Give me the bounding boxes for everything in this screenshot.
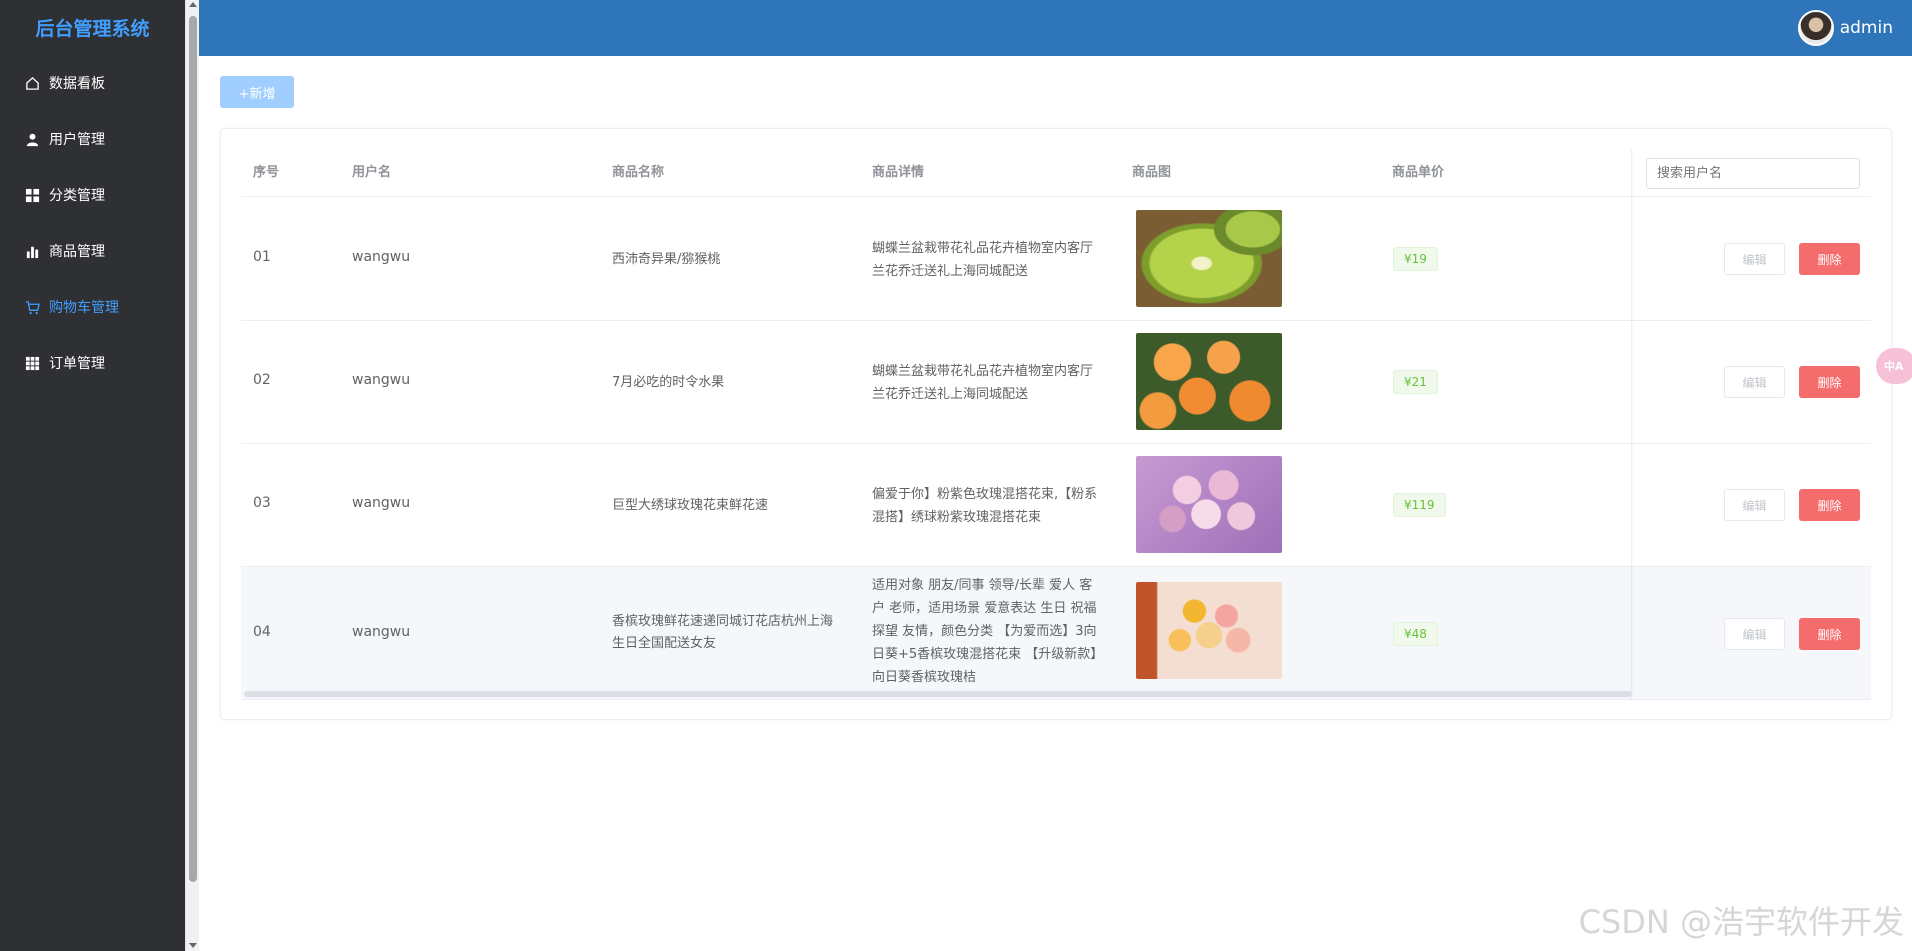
column-header-product-detail: 商品详情 [872, 165, 925, 180]
table-row: 01 wangwu 西沛奇异果/猕猴桃 蝴蝶兰盆栽带花礼品花卉植物室内客厅兰花乔… [241, 198, 1871, 321]
sidebar-item-products[interactable]: 商品管理 [0, 223, 185, 279]
row-product-name: 西沛奇异果/猕猴桃 [612, 252, 721, 267]
delete-button[interactable]: 删除 [1799, 243, 1860, 275]
row-product-name: 巨型大绣球玫瑰花束鲜花速 [612, 498, 769, 513]
username: admin [1839, 18, 1893, 38]
table-horizontal-scrollbar[interactable] [244, 691, 1632, 697]
add-button[interactable]: +新增 [220, 76, 294, 108]
user-menu[interactable]: admin [1797, 10, 1893, 46]
sidebar-item-label: 购物车管理 [49, 300, 119, 316]
column-header-username: 用户名 [352, 165, 392, 180]
delete-button[interactable]: 删除 [1799, 618, 1860, 650]
sidebar: 后台管理系统 数据看板 用户管理 分类管理 商品管理 购物车管理 订单管理 [0, 0, 185, 951]
edit-button[interactable]: 编辑 [1724, 489, 1785, 521]
row-index: 04 [253, 624, 271, 640]
scrollbar-thumb[interactable] [189, 16, 197, 882]
watermark: CSDN @浩宇软件开发 [1578, 903, 1904, 941]
price-tag: ¥21 [1393, 370, 1438, 394]
sidebar-item-dashboard[interactable]: 数据看板 [0, 55, 185, 111]
sidebar-item-label: 商品管理 [49, 244, 105, 260]
table-header: 序号 用户名 商品名称 商品详情 商品图 商品单价 [241, 149, 1871, 197]
price-tag: ¥119 [1393, 493, 1446, 517]
sidebar-item-cart[interactable]: 购物车管理 [0, 279, 185, 335]
avatar[interactable] [1797, 10, 1834, 46]
top-header: admin [199, 0, 1912, 56]
row-product-name: 香槟玫瑰鲜花速递同城订花店杭州上海生日全国配送女友 [612, 614, 834, 651]
edit-button[interactable]: 编辑 [1724, 366, 1785, 398]
column-header-price: 商品单价 [1392, 165, 1445, 180]
row-product-detail: 蝴蝶兰盆栽带花礼品花卉植物室内客厅兰花乔迁送礼上海同城配送 [872, 241, 1094, 279]
row-product-name: 7月必吃的时令水果 [612, 375, 725, 390]
apps-icon [24, 355, 40, 371]
table-row: 04 wangwu 香槟玫瑰鲜花速递同城订花店杭州上海生日全国配送女友 适用对象… [241, 567, 1871, 700]
cart-icon [24, 299, 40, 315]
edit-button[interactable]: 编辑 [1724, 618, 1785, 650]
bar-chart-icon [24, 243, 40, 259]
user-icon [24, 131, 40, 147]
product-image [1136, 456, 1282, 553]
sidebar-item-label: 订单管理 [49, 356, 105, 372]
scroll-down-arrow-icon[interactable] [189, 943, 197, 948]
column-header-product-name: 商品名称 [612, 165, 665, 180]
scroll-up-arrow-icon[interactable] [189, 2, 197, 7]
row-index: 02 [253, 372, 271, 388]
column-header-product-image: 商品图 [1132, 165, 1172, 180]
sidebar-item-label: 分类管理 [49, 188, 105, 204]
app-title: 后台管理系统 [35, 18, 150, 40]
row-product-detail: 偏爱于你】粉紫色玫瑰混搭花束,【粉系混搭】绣球粉紫玫瑰混搭花束 [872, 487, 1098, 525]
row-product-detail: 蝴蝶兰盆栽带花礼品花卉植物室内客厅兰花乔迁送礼上海同城配送 [872, 364, 1094, 402]
sidebar-item-categories[interactable]: 分类管理 [0, 167, 185, 223]
column-header-index: 序号 [253, 165, 280, 180]
row-index: 01 [253, 249, 271, 265]
price-tag: ¥19 [1393, 247, 1438, 271]
price-tag: ¥48 [1393, 622, 1438, 646]
row-index: 03 [253, 495, 271, 511]
table-row: 03 wangwu 巨型大绣球玫瑰花束鲜花速 偏爱于你】粉紫色玫瑰混搭花束,【粉… [241, 444, 1871, 567]
row-product-detail: 适用对象 朋友/同事 领导/长辈 爱人 客户 老师，适用场景 爱意表达 生日 祝… [872, 578, 1104, 685]
sidebar-item-label: 用户管理 [49, 132, 105, 148]
sidebar-item-label: 数据看板 [49, 76, 105, 92]
product-image [1136, 582, 1282, 679]
home-icon [24, 75, 40, 91]
grid-icon [24, 187, 40, 203]
sidebar-item-orders[interactable]: 订单管理 [0, 335, 185, 391]
page-scrollbar[interactable] [185, 0, 199, 951]
table-row: 02 wangwu 7月必吃的时令水果 蝴蝶兰盆栽带花礼品花卉植物室内客厅兰花乔… [241, 321, 1871, 444]
table-card: 序号 用户名 商品名称 商品详情 商品图 商品单价 01 wangwu 西沛奇异… [220, 128, 1892, 720]
delete-button[interactable]: 删除 [1799, 366, 1860, 398]
edit-button[interactable]: 编辑 [1724, 243, 1785, 275]
delete-button[interactable]: 删除 [1799, 489, 1860, 521]
sidebar-item-users[interactable]: 用户管理 [0, 111, 185, 167]
search-input[interactable] [1646, 158, 1860, 189]
product-image [1136, 333, 1282, 430]
fixed-column-divider [1631, 149, 1633, 700]
translate-icon[interactable]: 中A [1876, 348, 1912, 384]
product-image [1136, 210, 1282, 307]
